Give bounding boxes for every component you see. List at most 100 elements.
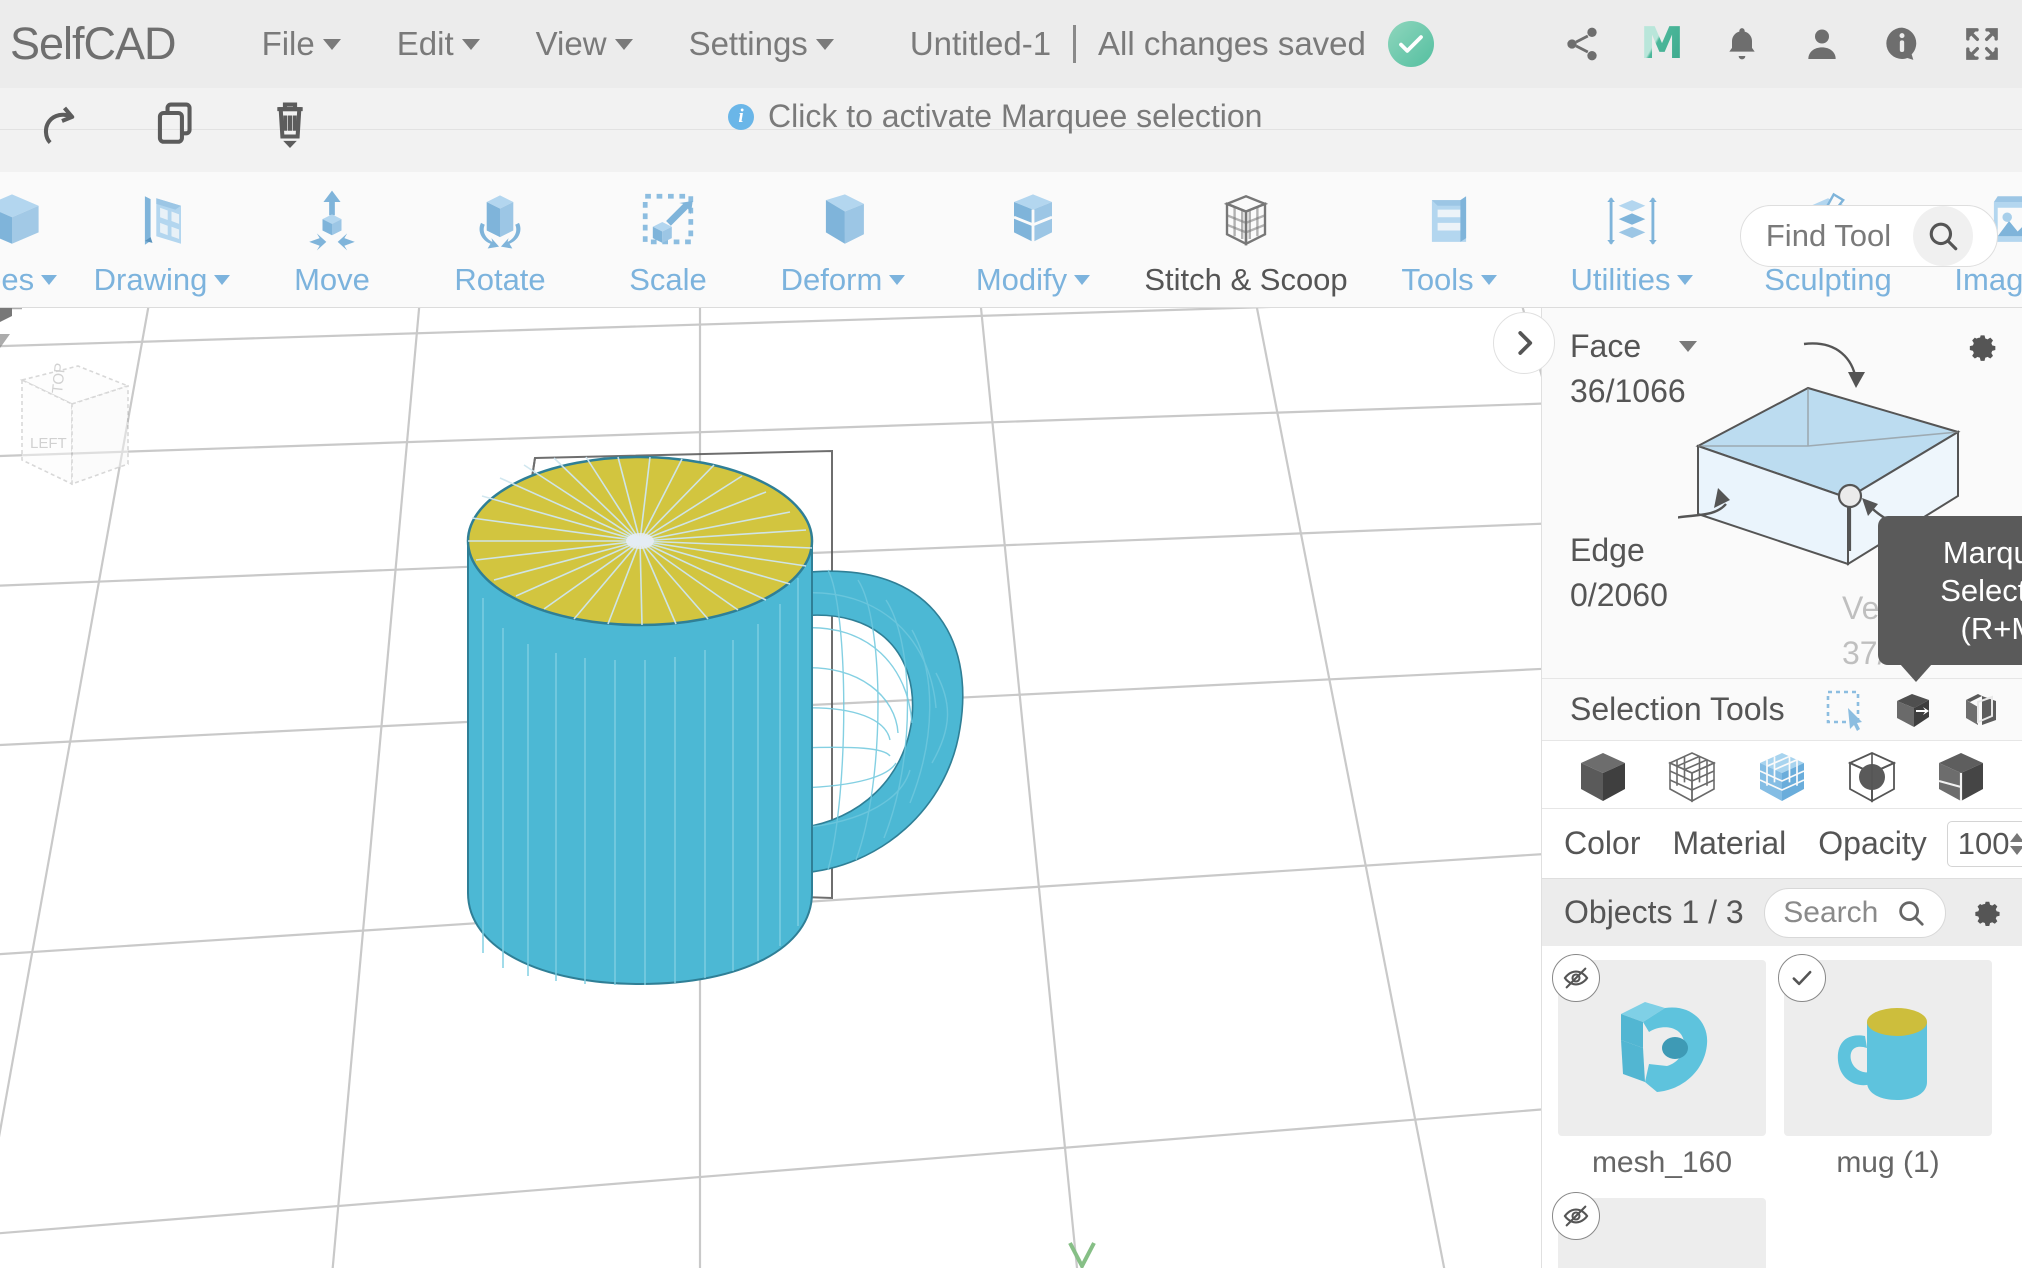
marquee-hint[interactable]: i Click to activate Marquee selection — [728, 98, 1262, 135]
wireframe-icon[interactable] — [1664, 747, 1720, 803]
chevron-down-icon — [1074, 275, 1090, 285]
document-title[interactable]: Untitled-1 — [910, 25, 1051, 63]
ribbon-label: Move — [294, 262, 370, 298]
chevron-down-icon — [615, 39, 633, 50]
cylinder-shape-thumbnail — [1587, 1216, 1737, 1268]
object-name-label: mug (1) — [1784, 1146, 1992, 1180]
chevron-down-icon — [1677, 275, 1693, 285]
utilities-icon — [1594, 182, 1670, 260]
object-card-third[interactable] — [1558, 1198, 1766, 1268]
ribbon-label-text: Modify — [976, 262, 1067, 298]
menu-item-edit[interactable]: Edit — [369, 25, 508, 63]
selection-mode-face[interactable]: Face 36/1066 — [1570, 328, 1697, 410]
delete-icon[interactable] — [268, 96, 312, 152]
edge-mode-label: Edge — [1570, 532, 1645, 569]
ribbon-label: Drawing — [94, 262, 231, 298]
solid-shaded-icon[interactable] — [1575, 747, 1631, 803]
chevron-down-icon[interactable] — [1679, 341, 1697, 352]
ribbon-item-move[interactable]: Move — [252, 172, 412, 298]
ribbon-item-scale[interactable]: Scale — [588, 172, 748, 298]
objects-search-input[interactable]: Search — [1764, 888, 1946, 938]
object-card-mug-1[interactable]: mug (1) — [1784, 960, 1992, 1180]
panel-collapse-toggle[interactable] — [1493, 312, 1555, 374]
share-icon[interactable] — [1560, 22, 1604, 66]
menu-bar: SelfCAD File Edit View Settings Untitled… — [0, 0, 2022, 88]
ribbon-label: Modify — [976, 262, 1090, 298]
flat-shaded-icon[interactable] — [1933, 747, 1989, 803]
object-thumbnail[interactable] — [1558, 960, 1766, 1136]
menu-item-settings[interactable]: Settings — [661, 25, 862, 63]
find-tool-placeholder: Find Tool — [1766, 218, 1891, 254]
selection-mode-area: Face 36/1066 Edge 0/2060 Vertex 37/1000 — [1542, 308, 2022, 678]
hidden-eye-icon[interactable] — [1552, 954, 1600, 1002]
menu-item-file[interactable]: File — [234, 25, 369, 63]
3d-viewport[interactable]: TOP LEFT — [0, 308, 1541, 1268]
ribbon-label: apes — [0, 262, 57, 298]
menu-item-view[interactable]: View — [508, 25, 661, 63]
ribbon-item-drawing[interactable]: Drawing — [72, 172, 252, 298]
hidden-eye-icon[interactable] — [1552, 1192, 1600, 1240]
ribbon-item-stitch-scoop[interactable]: Stitch & Scoop — [1128, 172, 1364, 298]
ribbon-label-text: Move — [294, 262, 370, 298]
mug-shape-thumbnail — [1813, 978, 1963, 1118]
view-cube-top-label: TOP — [49, 362, 69, 394]
box-select-icon[interactable] — [1892, 688, 1936, 732]
spinner-arrows-icon[interactable] — [2010, 833, 2022, 855]
find-tool-search[interactable]: Find Tool — [1740, 205, 1998, 267]
xray-icon[interactable] — [1844, 747, 1900, 803]
spinner-up-icon[interactable] — [2010, 833, 2022, 842]
drawing-icon — [124, 182, 200, 260]
ribbon-item-rotate[interactable]: Rotate — [412, 172, 588, 298]
ribbon-item-modify[interactable]: Modify — [938, 172, 1128, 298]
mesh-shape-thumbnail — [1587, 978, 1737, 1118]
ribbon-item-utilities[interactable]: Utilities — [1534, 172, 1730, 298]
selection-tools-icons — [1824, 688, 2004, 732]
search-icon[interactable] — [1913, 206, 1973, 266]
fullscreen-icon[interactable] — [1960, 22, 2004, 66]
brand-m-logo-icon[interactable]: M — [1640, 22, 1684, 66]
check-icon[interactable] — [1778, 954, 1826, 1002]
tools-icon — [1411, 182, 1487, 260]
deform-icon — [805, 182, 881, 260]
modify-icon — [995, 182, 1071, 260]
right-panel: Face 36/1066 Edge 0/2060 Vertex 37/1000 — [1541, 308, 2022, 1268]
menu-label: View — [536, 25, 607, 63]
viewport-canvas: TOP LEFT — [0, 308, 1541, 1268]
chevron-down-icon — [889, 275, 905, 285]
object-thumbnail[interactable] — [1558, 1198, 1766, 1268]
marquee-hint-text: Click to activate Marquee selection — [768, 98, 1262, 135]
gear-icon[interactable] — [1966, 891, 2004, 934]
shapes-icon — [0, 182, 50, 260]
menu-label: File — [262, 25, 315, 63]
duplicate-icon[interactable] — [154, 96, 198, 152]
app-logo[interactable]: SelfCAD — [10, 18, 176, 70]
chevron-down-icon — [41, 275, 57, 285]
ribbon-label: Image T — [1954, 262, 2022, 298]
redo-icon[interactable] — [40, 96, 84, 152]
object-thumbnail[interactable] — [1784, 960, 1992, 1136]
ribbon-label-text: Stitch & Scoop — [1144, 262, 1347, 298]
mug-body — [468, 457, 812, 985]
user-account-icon[interactable] — [1800, 22, 1844, 66]
shaded-wireframe-icon[interactable] — [1754, 747, 1810, 803]
stitch-scoop-icon — [1208, 182, 1284, 260]
ribbon-label: Stitch & Scoop — [1144, 262, 1347, 298]
info-icon[interactable] — [1880, 22, 1924, 66]
save-status-text: All changes saved — [1098, 25, 1366, 63]
ribbon-item-deform[interactable]: Deform — [748, 172, 938, 298]
ribbon-label-text: Scale — [629, 262, 707, 298]
ribbon-label-text: Deform — [781, 262, 883, 298]
ribbon-item-shapes[interactable]: apes — [0, 172, 72, 298]
object-card-mesh-160[interactable]: mesh_160 — [1558, 960, 1766, 1180]
spinner-down-icon[interactable] — [2010, 846, 2022, 855]
marquee-selection-icon[interactable] — [1824, 688, 1868, 732]
through-select-icon[interactable] — [1960, 688, 2004, 732]
view-cube: TOP LEFT — [22, 362, 128, 484]
ribbon-item-tools[interactable]: Tools — [1364, 172, 1534, 298]
info-icon: i — [728, 104, 754, 130]
chevron-down-icon — [214, 275, 230, 285]
notifications-bell-icon[interactable] — [1720, 22, 1764, 66]
opacity-stepper[interactable]: 100 — [1947, 821, 2022, 867]
selection-mode-edge[interactable]: Edge 0/2060 — [1570, 532, 1668, 614]
gear-icon[interactable] — [1960, 324, 2000, 369]
